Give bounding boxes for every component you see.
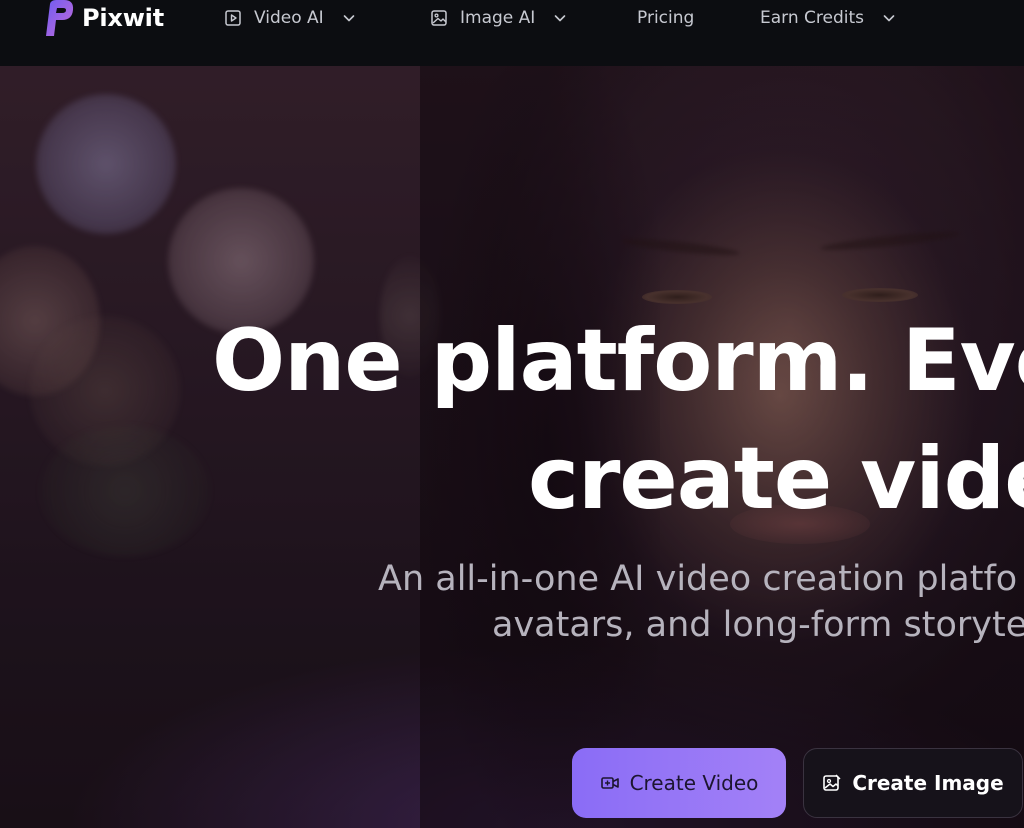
- hero-section: One platform. Ever create vide An all-in…: [0, 66, 1024, 828]
- nav-item-video-ai[interactable]: Video AI: [224, 0, 356, 36]
- chevron-down-icon: [883, 15, 895, 22]
- nav-item-earn-credits[interactable]: Earn Credits: [760, 0, 896, 36]
- nav-item-label: Image AI: [460, 8, 536, 28]
- nav-item-image-ai[interactable]: Image AI: [430, 0, 567, 36]
- create-image-label: Create Image: [852, 771, 1004, 795]
- nav-item-label: Pricing: [637, 8, 695, 28]
- create-image-button[interactable]: Create Image: [803, 748, 1023, 818]
- image-edit-icon: [823, 774, 841, 791]
- play-square-icon: [225, 10, 241, 26]
- create-video-button[interactable]: Create Video: [572, 748, 786, 818]
- hero-headline-line-1: One platform. Ever: [212, 311, 1024, 411]
- hero-headline-line-2: create vide: [528, 429, 1024, 529]
- create-video-label: Create Video: [629, 771, 759, 795]
- image-icon: [431, 10, 447, 26]
- nav-item-label: Video AI: [254, 8, 324, 28]
- chevron-down-icon: [554, 15, 566, 22]
- top-navbar: Pixwit Video AI Image AI Pricing Earn Cr…: [0, 0, 1024, 66]
- nav-item-pricing[interactable]: Pricing: [637, 0, 694, 36]
- pixwit-logo-icon: [46, 0, 74, 36]
- nav-item-label: Earn Credits: [760, 8, 865, 28]
- chevron-down-icon: [343, 15, 354, 22]
- hero-subtitle-line-2: avatars, and long-form storyte: [492, 605, 1024, 645]
- hero-subtitle-line-1: An all-in-one AI video creation platfo: [378, 559, 1018, 599]
- brand-name: Pixwit: [82, 4, 164, 32]
- video-camera-icon: [600, 777, 619, 789]
- brand-logo[interactable]: Pixwit: [40, 0, 164, 36]
